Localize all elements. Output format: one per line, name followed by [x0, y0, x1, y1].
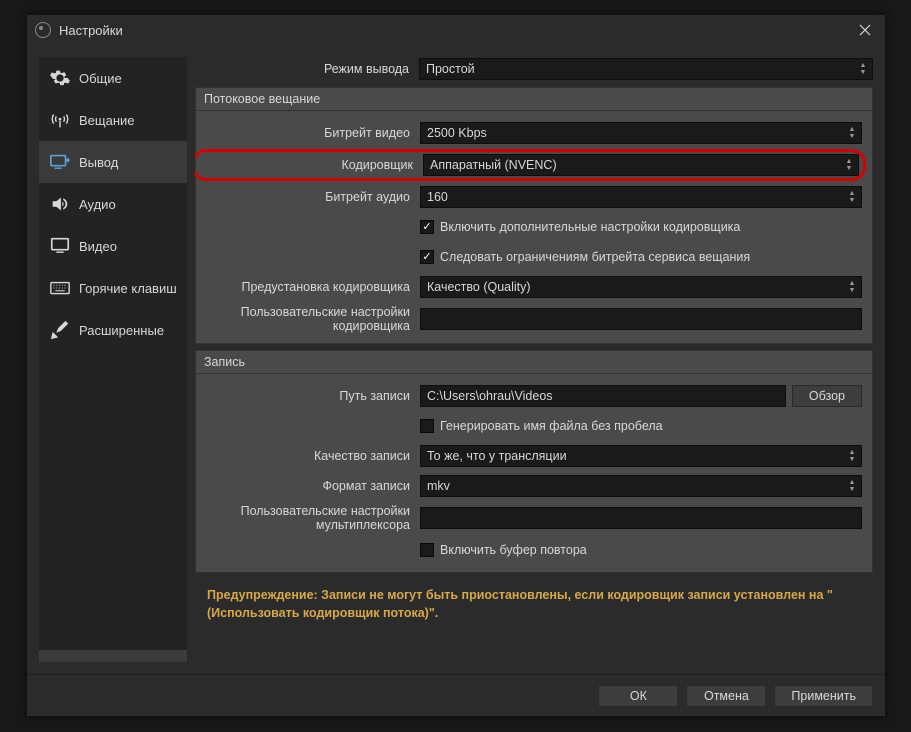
- titlebar: Настройки: [27, 15, 885, 45]
- updown-icon: ▲▼: [845, 123, 859, 143]
- antenna-icon: [49, 109, 71, 131]
- dialog-body: Общие Вещание Вывод Аудио Видео Горячие …: [27, 45, 885, 674]
- sidebar-item-video[interactable]: Видео: [39, 225, 187, 267]
- sidebar-item-hotkeys[interactable]: Горячие клавиш: [39, 267, 187, 309]
- speaker-icon: [49, 193, 71, 215]
- encoder-select[interactable]: Аппаратный (NVENC)▲▼: [423, 154, 859, 176]
- warning-text: Предупреждение: Записи не могут быть при…: [195, 579, 873, 630]
- record-format-label: Формат записи: [196, 479, 414, 493]
- custom-encoder-label: Пользовательские настройки кодировщика: [196, 305, 414, 333]
- bitrate-limits-checkbox[interactable]: Следовать ограничениям битрейта сервиса …: [420, 250, 750, 264]
- streaming-group-title: Потоковое вещание: [196, 88, 872, 111]
- close-icon: [859, 24, 871, 36]
- sidebar-item-label: Вещание: [79, 113, 135, 128]
- encoder-preset-label: Предустановка кодировщика: [196, 280, 414, 294]
- streaming-group: Потоковое вещание Битрейт видео 2500 Kbp…: [195, 87, 873, 344]
- advanced-encoder-checkbox[interactable]: Включить дополнительные настройки кодиро…: [420, 220, 740, 234]
- sidebar-item-audio[interactable]: Аудио: [39, 183, 187, 225]
- muxer-label: Пользовательские настройки мультиплексор…: [196, 504, 414, 532]
- sidebar-item-label: Горячие клавиш: [79, 281, 177, 296]
- sidebar-item-label: Общие: [79, 71, 122, 86]
- checkbox-icon: [420, 543, 434, 557]
- checkbox-icon: [420, 419, 434, 433]
- recording-group-title: Запись: [196, 351, 872, 374]
- sidebar-item-output[interactable]: Вывод: [39, 141, 187, 183]
- record-format-select[interactable]: mkv▲▼: [420, 475, 862, 497]
- sidebar-item-label: Видео: [79, 239, 117, 254]
- record-quality-label: Качество записи: [196, 449, 414, 463]
- sidebar-item-label: Расширенные: [79, 323, 164, 338]
- updown-icon: ▲▼: [842, 155, 856, 175]
- bitrate-video-label: Битрейт видео: [196, 126, 414, 140]
- bitrate-audio-select[interactable]: 160▲▼: [420, 186, 862, 208]
- output-mode-value: Простой: [426, 62, 475, 76]
- content-panel: Режим вывода Простой ▲▼ Потоковое вещани…: [195, 57, 873, 662]
- window-title: Настройки: [59, 23, 845, 38]
- sidebar-item-label: Аудио: [79, 197, 116, 212]
- encoder-label: Кодировщик: [199, 158, 417, 172]
- updown-icon: ▲▼: [845, 277, 859, 297]
- updown-icon: ▲▼: [845, 476, 859, 496]
- sidebar-scrollbar[interactable]: [39, 650, 187, 662]
- sidebar-item-advanced[interactable]: Расширенные: [39, 309, 187, 351]
- updown-icon: ▲▼: [845, 187, 859, 207]
- encoder-preset-select[interactable]: Качество (Quality)▲▼: [420, 276, 862, 298]
- record-quality-select[interactable]: То же, что у трансляции▲▼: [420, 445, 862, 467]
- updown-icon: ▲▼: [856, 59, 870, 79]
- replay-buffer-checkbox[interactable]: Включить буфер повтора: [420, 543, 587, 557]
- gear-icon: [49, 67, 71, 89]
- updown-icon: ▲▼: [845, 446, 859, 466]
- encoder-row-highlight: Кодировщик Аппаратный (NVENC)▲▼: [195, 149, 866, 181]
- close-button[interactable]: [845, 15, 885, 45]
- record-path-input[interactable]: C:\Users\ohrau\Videos: [420, 385, 786, 407]
- muxer-input[interactable]: [420, 507, 862, 529]
- monitor-icon: [49, 235, 71, 257]
- keyboard-icon: [49, 277, 71, 299]
- checkbox-icon: [420, 250, 434, 264]
- sidebar-item-stream[interactable]: Вещание: [39, 99, 187, 141]
- output-mode-row: Режим вывода Простой ▲▼: [195, 57, 873, 81]
- checkbox-icon: [420, 220, 434, 234]
- record-path-label: Путь записи: [196, 389, 414, 403]
- bitrate-audio-label: Битрейт аудио: [196, 190, 414, 204]
- tools-icon: [49, 319, 71, 341]
- dialog-footer: ОК Отмена Применить: [27, 674, 885, 716]
- app-icon: [35, 22, 51, 38]
- recording-group: Запись Путь записи C:\Users\ohrau\Videos…: [195, 350, 873, 573]
- browse-button[interactable]: Обзор: [792, 385, 862, 407]
- ok-button[interactable]: ОК: [598, 685, 678, 707]
- apply-button[interactable]: Применить: [774, 685, 873, 707]
- bitrate-video-input[interactable]: 2500 Kbps▲▼: [420, 122, 862, 144]
- custom-encoder-input[interactable]: [420, 308, 862, 330]
- output-mode-label: Режим вывода: [195, 62, 413, 76]
- sidebar-item-general[interactable]: Общие: [39, 57, 187, 99]
- cancel-button[interactable]: Отмена: [686, 685, 766, 707]
- output-icon: [49, 151, 71, 173]
- sidebar: Общие Вещание Вывод Аудио Видео Горячие …: [39, 57, 187, 662]
- output-mode-select[interactable]: Простой ▲▼: [419, 58, 873, 80]
- sidebar-item-label: Вывод: [79, 155, 118, 170]
- settings-window: Настройки Общие Вещание Вывод Аудио: [27, 15, 885, 716]
- filename-no-space-checkbox[interactable]: Генерировать имя файла без пробела: [420, 419, 663, 433]
